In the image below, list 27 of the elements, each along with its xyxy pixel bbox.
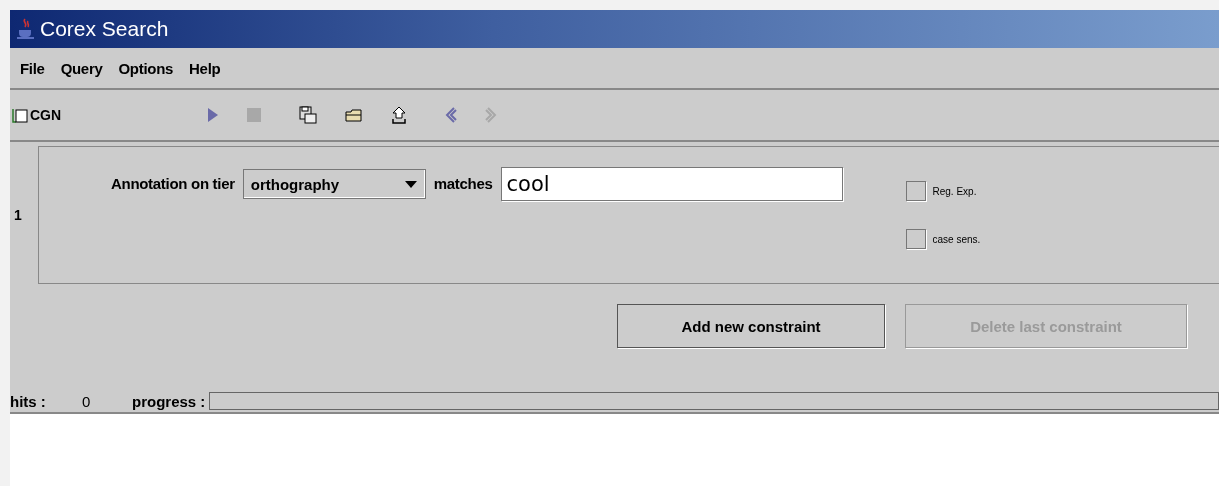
checkbox[interactable] <box>905 229 926 249</box>
dropdown-arrow-icon <box>404 180 417 188</box>
back-chevron-icon[interactable] <box>445 107 457 123</box>
matches-label: matches <box>433 175 493 192</box>
upload-icon[interactable] <box>391 106 407 124</box>
menu-item[interactable]: Options <box>118 59 174 77</box>
floppy-disk-icon[interactable] <box>299 106 317 124</box>
action-button[interactable]: Add new constraint <box>617 304 885 348</box>
hits-label: hits : <box>10 392 47 410</box>
menu-item[interactable]: Help <box>189 59 221 77</box>
option-label: Reg. Exp. <box>932 185 977 197</box>
tier-label: Annotation on tier <box>111 175 235 192</box>
book-icon <box>12 107 28 123</box>
play-icon[interactable] <box>207 107 219 123</box>
hits-count: 0 <box>81 392 92 410</box>
menu-item[interactable]: Query <box>60 59 103 77</box>
corpus-label: CGN <box>30 107 62 123</box>
folder-icon[interactable] <box>345 108 363 122</box>
checkbox[interactable] <box>905 181 926 201</box>
menu-item[interactable]: File <box>20 59 45 77</box>
window-title: Corex Search <box>40 17 169 41</box>
constraint-number: 1 <box>14 207 23 223</box>
option-label: case sens. <box>932 233 981 245</box>
progress-label: progress : <box>132 392 206 410</box>
match-input-field[interactable]: cool <box>500 167 843 201</box>
coffee-cup-icon <box>16 18 36 40</box>
tier-dropdown[interactable]: orthography <box>242 169 426 199</box>
